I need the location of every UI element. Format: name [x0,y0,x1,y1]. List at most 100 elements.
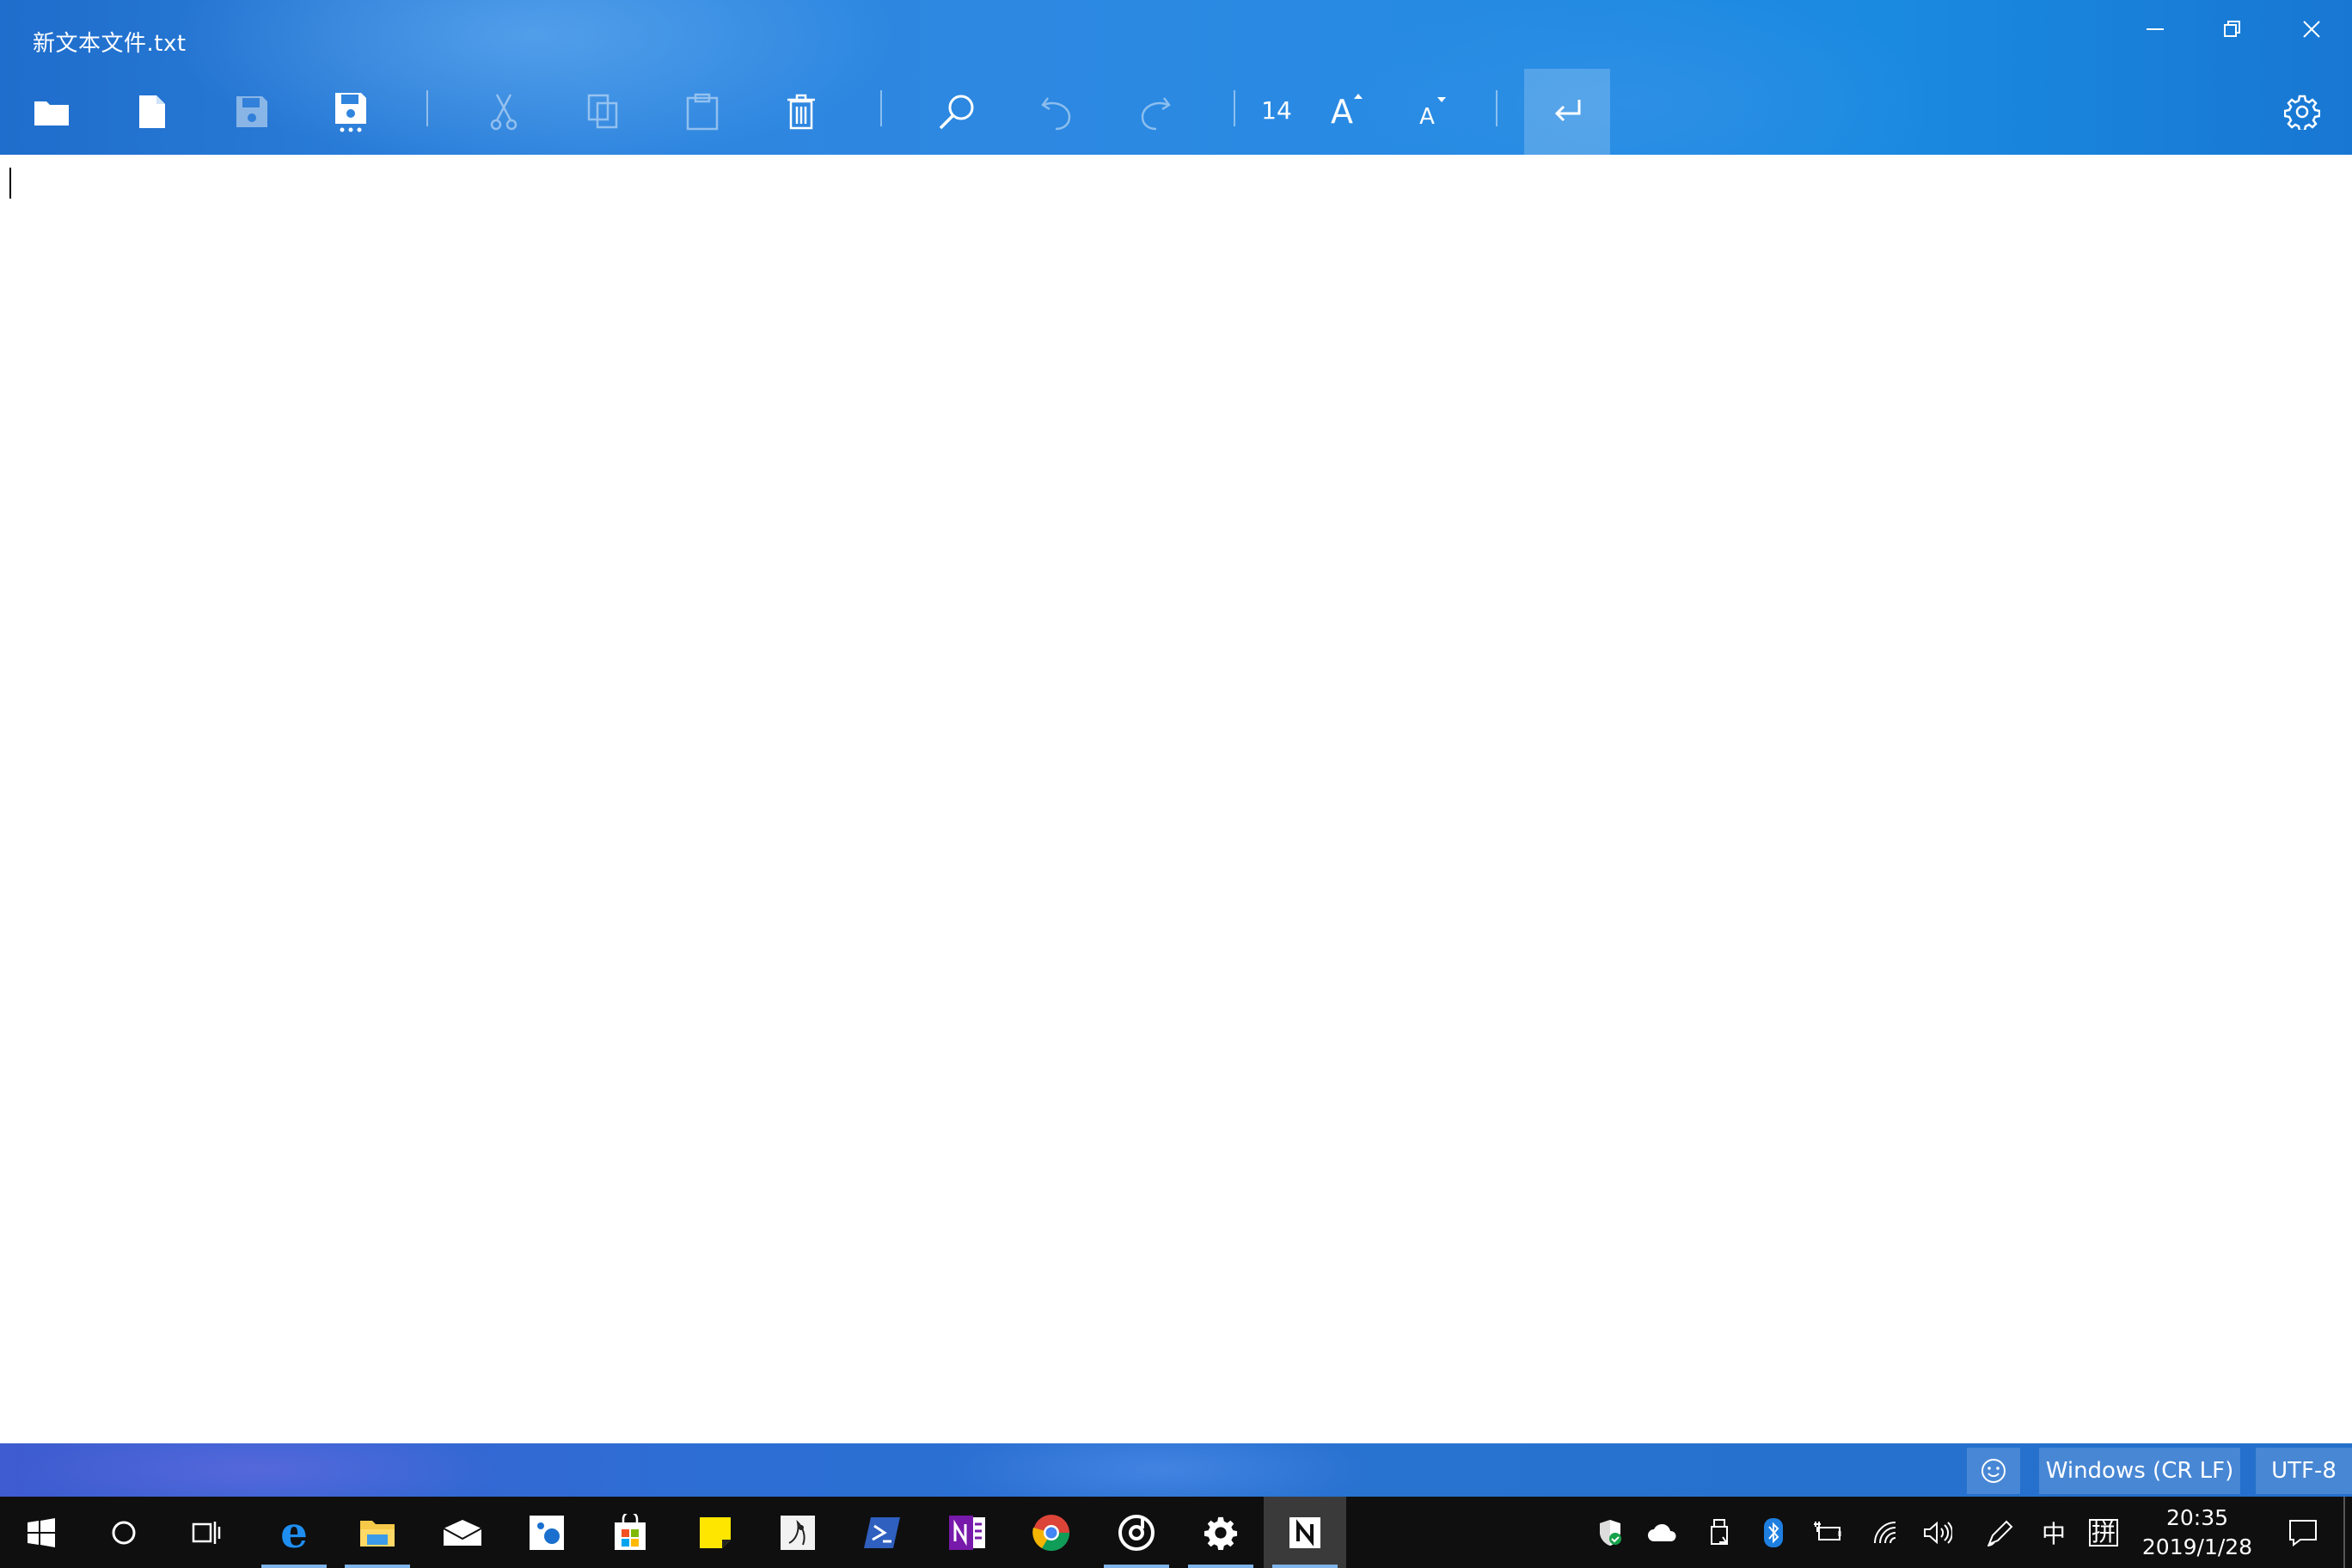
minimize-icon [2147,28,2164,30]
tray-usb[interactable] [1696,1497,1743,1568]
smiley-icon [1981,1459,2006,1483]
trash-icon [787,94,815,130]
text-editor[interactable] [0,155,2352,1443]
decrease-font-button[interactable]: A [1384,69,1470,155]
clock[interactable]: 20:35 2019/1/28 [2123,1504,2271,1562]
new-file-button[interactable] [109,69,195,155]
window-title: 新文本文件.txt [33,31,187,57]
word-wrap-icon [1554,100,1581,122]
taskbar-powershell[interactable] [841,1497,923,1568]
notification-icon [2289,1519,2317,1547]
wifi-icon [1874,1521,1896,1543]
undo-button[interactable] [1014,69,1099,155]
battery-plug-icon [1814,1521,1841,1540]
feedback-button[interactable] [1967,1448,2020,1494]
redo-button[interactable] [1112,69,1198,155]
cortana-button[interactable] [83,1497,165,1568]
text-caret [9,168,11,199]
minimize-button[interactable] [2118,7,2190,50]
font-increase-glyph: A [1331,93,1353,131]
increase-font-button[interactable]: A [1299,69,1385,155]
clipboard-icon [686,93,719,131]
windows-logo-icon [28,1517,55,1547]
onenote-icon [949,1515,985,1550]
cut-button[interactable] [461,69,547,155]
copy-button[interactable] [560,69,646,155]
cloud-icon [1648,1523,1676,1541]
start-button[interactable] [0,1497,83,1568]
groove-music-icon [1118,1514,1155,1551]
scissors-icon [490,94,518,131]
notification-center-button[interactable] [2273,1497,2333,1568]
bluetooth-icon [1764,1517,1783,1547]
taskbar-sticky-notes[interactable] [674,1497,756,1568]
close-button[interactable] [2275,7,2347,50]
save-button[interactable] [209,69,295,155]
tray-volume[interactable] [1914,1497,1961,1568]
find-button[interactable] [914,69,1000,155]
show-desktop-button[interactable] [2343,1497,2352,1568]
font-size-indicator: 14 [1261,96,1292,125]
save-as-icon [335,93,366,132]
taskbar-settings[interactable] [1179,1497,1262,1568]
open-file-button[interactable] [9,69,95,155]
search-icon [939,95,974,130]
ime-mode-indicator[interactable]: 中 [2030,1497,2077,1568]
new-document-icon [139,95,165,128]
clock-date: 2019/1/28 [2141,1534,2253,1559]
taskbar-chrome[interactable] [1010,1497,1093,1568]
copy-icon [587,94,618,129]
restore-button[interactable] [2196,7,2268,50]
taskbar-store[interactable] [589,1497,671,1568]
taskbar-notepads[interactable] [1264,1497,1346,1568]
taskbar-file-explorer[interactable] [336,1497,419,1568]
line-ending-button[interactable]: Windows (CR LF) [2039,1448,2240,1494]
toolbar-separator [880,90,882,126]
volume-icon [1924,1521,1952,1544]
folder-icon [360,1520,395,1547]
tray-power[interactable] [1804,1497,1851,1568]
tray-pen[interactable] [1977,1497,2024,1568]
shield-icon [1600,1519,1621,1546]
taskbar: e 中 拼 20:35 2019/1/28 [0,1497,2352,1568]
app-header: 新文本文件.txt 14 A A [0,0,2352,155]
paint-icon [781,1515,815,1550]
save-as-button[interactable] [308,69,394,155]
delete-button[interactable] [758,69,844,155]
redo-icon [1141,97,1171,131]
toolbar-separator [1496,90,1498,126]
restore-icon [2224,21,2240,37]
folder-icon [34,101,69,126]
pen-icon [1987,1520,2013,1547]
tray-bluetooth[interactable] [1750,1497,1797,1568]
powershell-icon [864,1516,900,1548]
tray-defender[interactable] [1587,1497,1633,1568]
taskbar-edge[interactable]: e [253,1497,335,1568]
tray-wifi[interactable] [1862,1497,1908,1568]
taskbar-onenote[interactable] [926,1497,1008,1568]
taskbar-mail[interactable] [421,1497,504,1568]
cortana-circle-icon [112,1521,136,1544]
paste-button[interactable] [659,69,745,155]
taskbar-groove[interactable] [1095,1497,1178,1568]
ime-input-glyph: 拼 [2088,1518,2118,1547]
edge-icon: e [280,1506,308,1558]
taskbar-paint[interactable] [756,1497,839,1568]
save-icon [236,96,267,127]
font-increase-icon: A [1331,93,1363,131]
task-view-button[interactable] [165,1497,248,1568]
mail-icon [443,1519,482,1546]
ime-input-indicator[interactable]: 拼 [2080,1497,2127,1568]
encoding-button[interactable]: UTF-8 [2256,1448,2352,1494]
clock-time: 20:35 [2165,1505,2229,1530]
gear-icon [1204,1516,1238,1550]
usb-icon [1711,1518,1728,1545]
taskbar-photos[interactable] [505,1497,588,1568]
store-icon [615,1513,646,1550]
sticky-notes-icon [700,1516,731,1548]
font-decrease-glyph: A [1419,104,1435,130]
settings-button[interactable] [2259,69,2345,155]
chrome-icon [1032,1514,1070,1551]
tray-onedrive[interactable] [1639,1497,1686,1568]
word-wrap-button[interactable] [1524,69,1610,155]
